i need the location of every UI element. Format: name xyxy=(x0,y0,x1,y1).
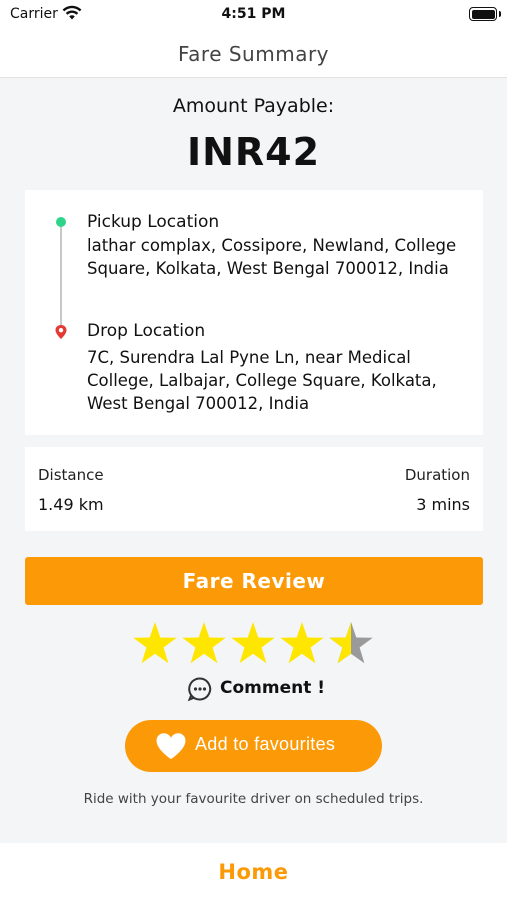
favourite-hint-text: Ride with your favourite driver on sched… xyxy=(83,791,424,807)
status-bar: Carrier 4:51 PM xyxy=(0,0,507,30)
bottom-bar: Home xyxy=(0,843,507,900)
duration-value: 3 mins xyxy=(416,495,470,514)
fare-review-button[interactable]: Fare Review xyxy=(25,557,483,605)
comment-icon[interactable] xyxy=(187,676,213,702)
star-icon[interactable] xyxy=(180,620,228,666)
duration-label: Duration xyxy=(404,466,470,484)
nav-bar: Fare Summary xyxy=(0,30,507,78)
add-to-favourites-label[interactable]: Add to favourites xyxy=(195,734,335,755)
amount-payable-value: INR42 xyxy=(186,130,321,174)
trip-info-card: Distance 1.49 km Duration 3 mins xyxy=(25,447,483,531)
distance-label: Distance xyxy=(38,466,104,484)
page-title: Fare Summary xyxy=(177,42,330,66)
battery-icon xyxy=(469,7,501,21)
comment-label[interactable]: Comment ! xyxy=(220,678,325,698)
star-icon[interactable] xyxy=(131,620,179,666)
pickup-address: lathar complax, Cossipore, Newland, Coll… xyxy=(87,236,457,278)
drop-pin-icon xyxy=(55,325,67,339)
star-icon[interactable] xyxy=(229,620,277,666)
pickup-title: Pickup Location xyxy=(87,212,220,232)
distance-value: 1.49 km xyxy=(38,495,104,514)
clock: 4:51 PM xyxy=(221,6,286,22)
add-to-favourites-button[interactable]: Add to favourites xyxy=(125,720,382,772)
half-star-icon[interactable] xyxy=(327,620,375,666)
star-icon[interactable] xyxy=(278,620,326,666)
heart-icon xyxy=(156,733,186,759)
drop-address: 7C, Surendra Lal Pyne Ln, near Medical C… xyxy=(87,348,437,413)
home-button[interactable]: Home xyxy=(218,860,288,884)
route-card: Pickup Location lathar complax, Cossipor… xyxy=(25,190,483,435)
amount-payable-label: Amount Payable: xyxy=(172,95,335,117)
drop-title: Drop Location xyxy=(87,321,206,341)
route-line xyxy=(60,226,62,326)
pickup-dot-icon xyxy=(56,217,66,227)
